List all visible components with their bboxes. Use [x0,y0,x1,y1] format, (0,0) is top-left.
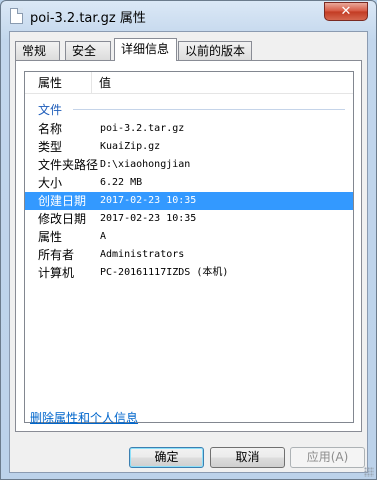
apply-button[interactable]: 应用(A) [290,447,365,468]
dialog-client-area: 常规 安全 详细信息 以前的版本 属性 值 文件 名称 poi-3.2.tar.… [9,31,368,473]
row-label: 属性 [38,230,63,244]
group-label: 文件 [38,103,63,117]
table-row[interactable]: 修改日期 2017-02-23 10:35 [25,210,353,228]
tab-general[interactable]: 常规 [15,41,60,60]
table-row[interactable]: 属性 A [25,228,353,246]
close-icon: ✕ [340,4,352,19]
title-bar[interactable]: poi-3.2.tar.gz 属性 ✕ [1,1,376,31]
row-label: 大小 [38,176,63,190]
table-row[interactable]: 名称 poi-3.2.tar.gz [25,120,353,138]
row-label: 类型 [38,140,63,154]
row-label: 创建日期 [38,194,87,208]
details-tab-panel: 属性 值 文件 名称 poi-3.2.tar.gz 类型 KuaiZip.gz 文件夹路… [15,60,362,432]
column-header-property[interactable]: 属性 [25,72,92,94]
row-value: D:\xiaohongjian [100,159,191,170]
tab-security[interactable]: 安全 [65,41,111,60]
table-row[interactable]: 创建日期 2017-02-23 10:35 [25,192,353,210]
cancel-button[interactable]: 取消 [210,447,285,468]
tab-previous-versions[interactable]: 以前的版本 [178,41,252,60]
row-value: KuaiZip.gz [100,141,161,152]
tab-general-label: 常规 [22,44,47,58]
table-row[interactable]: 计算机 PC-20161117IZDS (本机) [25,264,353,282]
close-button[interactable]: ✕ [324,2,368,21]
row-value: 6.22 MB [100,177,143,188]
table-row[interactable]: 类型 KuaiZip.gz [25,138,353,156]
row-label: 计算机 [38,266,75,280]
tab-details[interactable]: 详细信息 [114,38,177,61]
properties-window: poi-3.2.tar.gz 属性 ✕ 常规 安全 详细信息 以前的版本 属性 [0,0,377,480]
ok-button[interactable]: 确定 [129,447,204,468]
file-icon [10,8,23,24]
table-row[interactable]: 大小 6.22 MB [25,174,353,192]
row-value: poi-3.2.tar.gz [100,123,185,134]
row-label: 名称 [38,122,63,136]
row-value: PC-20161117IZDS (本机) [100,267,229,278]
window-title: poi-3.2.tar.gz 属性 [30,11,146,26]
table-row[interactable]: 所有者 Administrators [25,246,353,264]
remove-properties-link[interactable]: 删除属性和个人信息 [30,409,138,426]
row-value: Administrators [100,249,185,260]
detail-rows: 名称 poi-3.2.tar.gz 类型 KuaiZip.gz 文件夹路径 D:\xiao… [25,120,353,282]
row-label: 所有者 [38,248,75,262]
column-header-value[interactable]: 值 [92,72,353,94]
tab-details-label: 详细信息 [121,42,170,56]
row-value: A [100,231,107,242]
list-header: 属性 值 [25,72,353,94]
row-value: 2017-02-23 10:35 [100,213,197,224]
resize-grip[interactable] [364,467,374,477]
row-value: 2017-02-23 10:35 [100,195,197,206]
table-row[interactable]: 文件夹路径 D:\xiaohongjian [25,156,353,174]
row-label: 文件夹路径 [38,158,99,172]
details-list[interactable]: 属性 值 文件 名称 poi-3.2.tar.gz 类型 KuaiZip.gz 文件夹路… [24,71,354,423]
tab-previous-versions-label: 以前的版本 [185,44,246,58]
tab-security-label: 安全 [72,44,97,58]
row-label: 修改日期 [38,212,87,226]
group-divider [73,109,345,110]
group-header-file: 文件 [25,94,353,120]
